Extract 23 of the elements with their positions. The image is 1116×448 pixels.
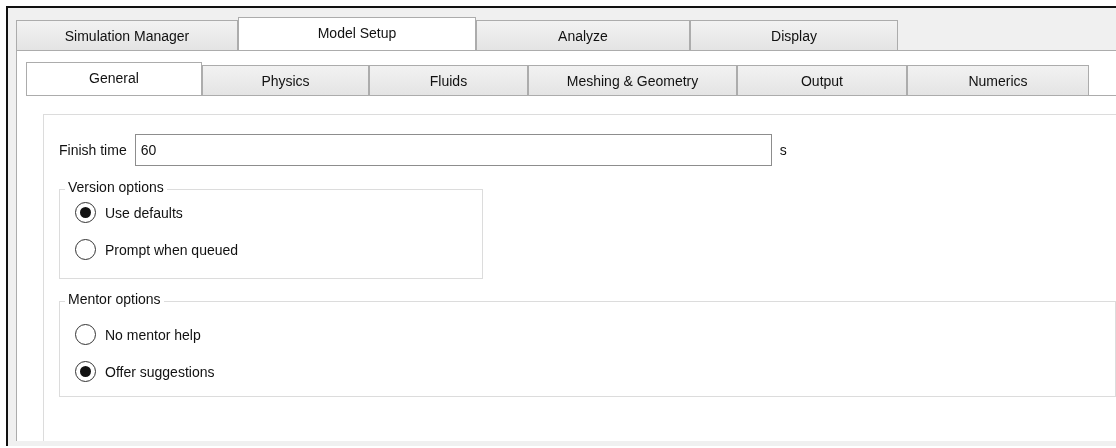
radio-button[interactable] (75, 202, 96, 223)
tab[interactable]: Display (690, 20, 898, 50)
input-field[interactable]: 60 (134, 133, 772, 166)
tab[interactable]: Model Setup (238, 17, 476, 50)
tab[interactable]: Analyze (476, 20, 690, 50)
radio-button[interactable] (75, 361, 96, 382)
tab[interactable]: Simulation Manager (16, 20, 238, 50)
radio-label[interactable]: No mentor help (105, 326, 201, 343)
radio-label[interactable]: Prompt when queued (105, 241, 239, 258)
radio-label[interactable]: Use defaults (105, 204, 183, 221)
tab[interactable]: Numerics (907, 65, 1089, 95)
tab[interactable]: Output (737, 65, 907, 95)
tab[interactable]: Meshing & Geometry (528, 65, 737, 95)
tab[interactable]: Physics (202, 65, 369, 95)
field-label: Finish time (59, 141, 127, 158)
tab[interactable]: Fluids (369, 65, 528, 95)
radio-label[interactable]: Offer suggestions (105, 363, 215, 380)
radio-button[interactable] (75, 239, 96, 260)
radio-button[interactable] (75, 324, 96, 345)
tab[interactable]: General (26, 62, 202, 95)
group-title: Mentor options (65, 291, 164, 307)
unit-label: s (779, 141, 787, 158)
group-title: Version options (65, 179, 167, 195)
